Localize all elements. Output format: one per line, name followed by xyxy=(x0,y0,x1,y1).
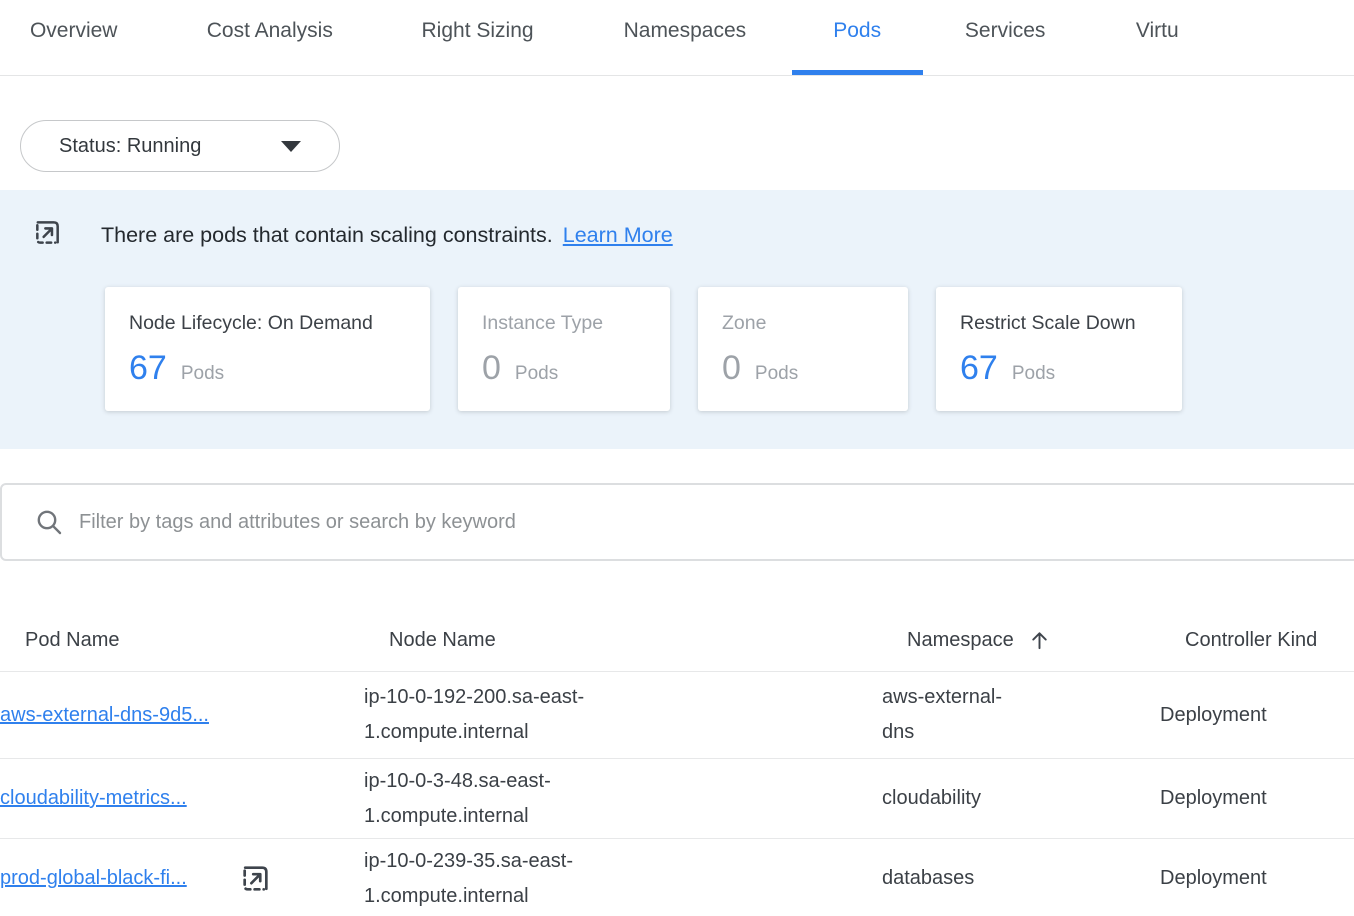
tab-right-sizing[interactable]: Right Sizing xyxy=(377,0,578,75)
column-header-controller-kind[interactable]: Controller Kind xyxy=(1185,629,1354,652)
pod-name-link[interactable]: prod-global-black-fi... xyxy=(0,867,187,890)
filter-search-bar xyxy=(0,483,1354,561)
card-unit: Pods xyxy=(515,363,558,385)
constraint-cards: Node Lifecycle: On Demand 67 Pods Instan… xyxy=(105,287,1354,411)
namespace-cell: aws-external-dns xyxy=(882,680,1032,750)
node-name-cell: ip-10-0-3-48.sa-east-1.compute.internal xyxy=(364,764,632,834)
tab-namespaces[interactable]: Namespaces xyxy=(578,0,792,75)
chevron-down-icon xyxy=(281,141,301,152)
card-unit: Pods xyxy=(755,363,798,385)
pod-name-link[interactable]: aws-external-dns-9d5... xyxy=(0,704,209,727)
tab-services[interactable]: Services xyxy=(923,0,1088,75)
card-title: Node Lifecycle: On Demand xyxy=(129,312,406,335)
scaling-constraint-icon xyxy=(239,862,272,895)
card-title: Instance Type xyxy=(482,312,646,335)
search-input[interactable] xyxy=(79,485,1354,559)
scaling-constraints-banner: There are pods that contain scaling cons… xyxy=(0,190,1354,449)
tab-pods[interactable]: Pods xyxy=(792,0,923,75)
node-name-cell: ip-10-0-239-35.sa-east-1.compute.interna… xyxy=(364,844,632,914)
scaling-constraint-icon xyxy=(32,217,63,253)
card-value: 67 xyxy=(129,349,167,388)
column-header-pod-name[interactable]: Pod Name xyxy=(25,629,389,652)
card-node-lifecycle[interactable]: Node Lifecycle: On Demand 67 Pods xyxy=(105,287,430,411)
controller-kind-cell: Deployment xyxy=(1160,787,1354,810)
controller-kind-cell: Deployment xyxy=(1160,867,1354,890)
card-title: Zone xyxy=(722,312,884,335)
namespace-cell: databases xyxy=(882,861,1032,896)
status-filter-dropdown[interactable]: Status: Running xyxy=(20,120,340,172)
tab-virtual[interactable]: Virtu xyxy=(1088,0,1354,75)
table-row: cloudability-metrics... ip-10-0-3-48.sa-… xyxy=(0,759,1354,839)
table-header: Pod Name Node Name Namespace Controller … xyxy=(0,609,1354,672)
sort-ascending-icon[interactable] xyxy=(1028,629,1051,652)
column-header-node-name[interactable]: Node Name xyxy=(389,629,907,652)
card-unit: Pods xyxy=(181,363,224,385)
table-row: aws-external-dns-9d5... ip-10-0-192-200.… xyxy=(0,672,1354,759)
card-value: 0 xyxy=(722,349,741,388)
node-name-cell: ip-10-0-192-200.sa-east-1.compute.intern… xyxy=(364,680,632,750)
learn-more-link[interactable]: Learn More xyxy=(563,223,673,248)
card-value: 67 xyxy=(960,349,998,388)
card-zone[interactable]: Zone 0 Pods xyxy=(698,287,908,411)
tab-cost-analysis[interactable]: Cost Analysis xyxy=(162,0,377,75)
banner-message: There are pods that contain scaling cons… xyxy=(101,223,553,248)
tab-overview[interactable]: Overview xyxy=(0,0,162,75)
card-instance-type[interactable]: Instance Type 0 Pods xyxy=(458,287,670,411)
card-unit: Pods xyxy=(1012,363,1055,385)
tab-bar: Overview Cost Analysis Right Sizing Name… xyxy=(0,0,1354,76)
table-row: prod-global-black-fi... ip-10-0-239-35.s… xyxy=(0,839,1354,916)
pod-name-link[interactable]: cloudability-metrics... xyxy=(0,787,187,810)
namespace-cell: cloudability xyxy=(882,781,1032,816)
card-restrict-scale-down[interactable]: Restrict Scale Down 67 Pods xyxy=(936,287,1182,411)
controller-kind-cell: Deployment xyxy=(1160,704,1354,727)
column-header-namespace[interactable]: Namespace xyxy=(907,629,1185,652)
card-value: 0 xyxy=(482,349,501,388)
card-title: Restrict Scale Down xyxy=(960,312,1158,335)
column-header-namespace-label: Namespace xyxy=(907,629,1014,652)
status-filter-label: Status: Running xyxy=(59,135,201,158)
search-icon xyxy=(34,507,64,537)
